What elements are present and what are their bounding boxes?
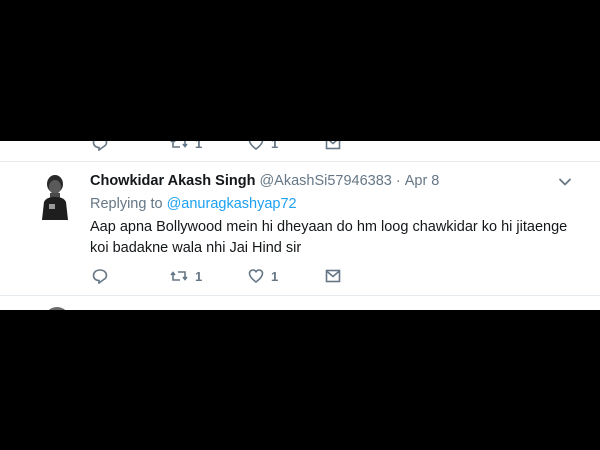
avatar-image	[40, 172, 70, 220]
retweet-button[interactable]: 1	[170, 268, 202, 284]
reply-button[interactable]	[92, 141, 108, 151]
envelope-icon	[325, 269, 341, 283]
retweet-icon	[170, 271, 188, 281]
heart-icon	[248, 269, 264, 284]
divider	[0, 295, 600, 296]
user-handle[interactable]: @AkashSi57946383	[259, 173, 391, 189]
separator-dot: ·	[395, 173, 401, 189]
divider	[0, 161, 600, 162]
heart-icon	[248, 141, 264, 151]
previous-tweet-actions: 1 1	[0, 141, 600, 153]
replying-to-link[interactable]: @anuragkashyap72	[167, 196, 297, 212]
retweet-count: 1	[195, 268, 203, 284]
replying-prefix: Replying to	[90, 196, 167, 212]
like-count: 1	[271, 141, 279, 151]
tweet-text: Aap apna Bollywood mein hi dheyaan do hm…	[90, 219, 568, 256]
replying-to: Replying to @anuragkashyap72	[90, 196, 297, 212]
reply-button[interactable]	[92, 268, 108, 284]
retweet-icon	[170, 141, 188, 148]
envelope-icon	[325, 141, 341, 150]
display-name[interactable]: Chowkidar Akash Singh	[90, 173, 255, 189]
tweet-timestamp[interactable]: Apr 8	[405, 173, 440, 189]
chevron-down-icon[interactable]	[558, 177, 572, 187]
direct-message-button[interactable]	[325, 141, 341, 151]
next-tweet	[0, 301, 600, 310]
retweet-button[interactable]: 1	[170, 141, 202, 151]
tweet-thread-card: 1 1 Chowkidar Akash Singh @AkashSi579463…	[0, 141, 600, 310]
tweet-header: Chowkidar Akash Singh @AkashSi57946383 ·…	[90, 173, 580, 189]
like-button[interactable]: 1	[248, 268, 278, 284]
avatar[interactable]	[44, 307, 70, 310]
like-count: 1	[271, 268, 279, 284]
like-button[interactable]: 1	[248, 141, 278, 151]
reply-icon	[92, 269, 108, 284]
direct-message-button[interactable]	[325, 268, 341, 284]
retweet-count: 1	[195, 141, 203, 151]
reply-icon	[92, 141, 108, 151]
avatar[interactable]	[40, 172, 70, 220]
